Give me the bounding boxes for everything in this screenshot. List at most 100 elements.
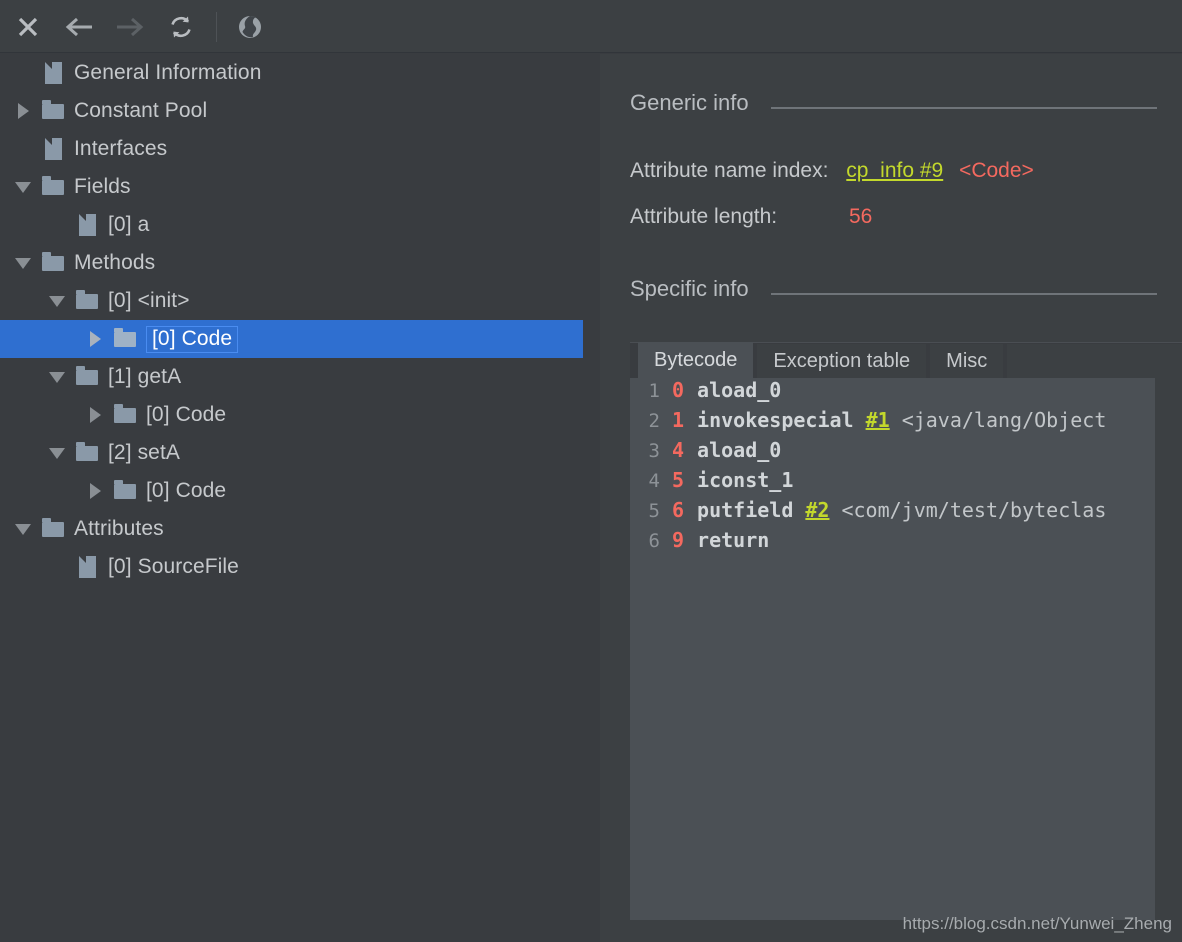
file-glyph: [78, 556, 96, 578]
bytecode-opcode: aload_0: [697, 438, 782, 462]
bytecode-offset: 9: [672, 528, 685, 552]
browse-button[interactable]: [232, 9, 268, 45]
tree-item[interactable]: Interfaces: [0, 130, 600, 168]
tree-toggle-arrow: [15, 181, 31, 193]
tree-item-label: [0] Code: [146, 403, 227, 426]
tree-toggle-arrow: [17, 103, 29, 119]
reload-button[interactable]: [163, 9, 199, 45]
tree-item[interactable]: Attributes: [0, 510, 600, 548]
tree-item[interactable]: [0] a: [0, 206, 600, 244]
bytecode-comment: <java/lang/Object: [901, 408, 1107, 432]
folder-glyph: [76, 289, 98, 309]
line-number: 1: [648, 380, 660, 402]
back-button[interactable]: [61, 9, 97, 45]
attribute-name-index-link[interactable]: cp_info #9: [846, 159, 943, 182]
forward-button[interactable]: [112, 9, 148, 45]
constant-pool-link[interactable]: #1: [866, 408, 890, 432]
line-number: 5: [648, 500, 660, 522]
chevron-down-icon[interactable]: [46, 282, 68, 320]
folder-glyph: [42, 251, 64, 271]
class-structure-tree[interactable]: General Information Constant Pool Interfac…: [0, 54, 600, 942]
folder-icon: [74, 282, 100, 320]
jclasslib-bytecode-viewer: General Information Constant Pool Interfac…: [0, 0, 1182, 942]
tree-toggle-arrow: [49, 447, 65, 459]
folder-icon: [74, 358, 100, 396]
tree-item[interactable]: [2] setA: [0, 434, 600, 472]
tree-item[interactable]: [0] <init>: [0, 282, 600, 320]
bytecode-line: 6 9 return: [630, 528, 1155, 558]
tree-item[interactable]: Constant Pool: [0, 92, 600, 130]
folder-icon: [40, 510, 66, 548]
tree-item-label: [2] setA: [108, 441, 181, 464]
close-icon: [18, 17, 38, 37]
chevron-right-icon[interactable]: [12, 92, 34, 130]
tree-toggle-arrow: [49, 295, 65, 307]
bytecode-offset: 1: [672, 408, 685, 432]
tree-item-label: General Information: [74, 61, 262, 84]
tree-toggle-arrow: [89, 407, 101, 423]
bytecode-offset: 4: [672, 438, 685, 462]
tab-misc[interactable]: Misc: [930, 344, 1004, 378]
tree-item[interactable]: [0] Code: [0, 472, 600, 510]
file-icon: [74, 548, 100, 586]
folder-glyph: [114, 327, 136, 347]
chevron-right-icon[interactable]: [84, 472, 106, 510]
attribute-name-index-value: <Code>: [959, 159, 1034, 182]
chevron-down-icon[interactable]: [12, 168, 34, 206]
tree-toggle-arrow: [89, 483, 101, 499]
bytecode-opcode: invokespecial: [697, 408, 854, 432]
folder-glyph: [42, 175, 64, 195]
chevron-right-icon[interactable]: [84, 320, 106, 358]
tree-toggle-arrow: [15, 257, 31, 269]
specific-info-tabs[interactable]: Bytecode Exception table Misc: [630, 342, 1182, 378]
watermark: https://blog.csdn.net/Yunwei_Zheng: [902, 914, 1172, 933]
folder-icon: [40, 168, 66, 206]
bytecode-line: 5 6 putfield #2 <com/jvm/test/byteclas: [630, 498, 1155, 528]
folder-glyph: [114, 403, 136, 423]
tree-item[interactable]: [0] SourceFile: [0, 548, 600, 586]
back-arrow-icon: [65, 17, 92, 37]
tree-item-label: [0] a: [108, 213, 150, 236]
bytecode-opcode: return: [697, 528, 770, 552]
file-icon: [40, 54, 66, 92]
folder-glyph: [114, 479, 136, 499]
bytecode-line: 3 4 aload_0: [630, 438, 1155, 468]
file-glyph: [78, 214, 96, 236]
chevron-right-icon[interactable]: [84, 396, 106, 434]
bytecode-line: 1 0 aload_0: [630, 378, 1155, 408]
file-icon: [74, 206, 100, 244]
chevron-down-icon[interactable]: [46, 434, 68, 472]
line-number: 4: [648, 470, 660, 492]
tree-item-label: [1] getA: [108, 365, 182, 388]
toolbar: [0, 0, 1182, 53]
generic-info-header: Generic info: [630, 90, 1157, 116]
tree-item[interactable]: [0] Code: [0, 396, 600, 434]
chevron-down-icon[interactable]: [46, 358, 68, 396]
tree-item-label: Attributes: [74, 517, 164, 540]
folder-glyph: [76, 441, 98, 461]
close-button[interactable]: [10, 9, 46, 45]
folder-icon: [74, 434, 100, 472]
tab-bytecode[interactable]: Bytecode: [638, 342, 754, 378]
chevron-down-icon[interactable]: [12, 510, 34, 548]
tree-toggle-arrow: [89, 331, 101, 347]
folder-icon: [112, 472, 138, 510]
globe-icon: [239, 16, 261, 38]
line-number: 2: [648, 410, 660, 432]
specific-info-header: Specific info: [630, 276, 1157, 302]
generic-info-rule: [770, 107, 1157, 109]
tree-item[interactable]: Fields: [0, 168, 600, 206]
constant-pool-link[interactable]: #2: [805, 498, 829, 522]
attribute-length-label: Attribute length:: [630, 205, 778, 228]
bytecode-listing[interactable]: 1 0 aload_0 2 1 invokespecial #1 <java/lang/Obj…: [630, 378, 1155, 920]
tree-item[interactable]: Methods: [0, 244, 600, 282]
chevron-down-icon[interactable]: [12, 244, 34, 282]
tree-item[interactable]: [1] getA: [0, 358, 600, 396]
line-number: 6: [648, 530, 660, 552]
line-number: 3: [648, 440, 660, 462]
tab-exception-table[interactable]: Exception table: [757, 344, 927, 378]
attribute-length-value: 56: [848, 205, 873, 228]
tree-item[interactable]: General Information: [0, 54, 600, 92]
tree-item[interactable]: [0] Code: [0, 320, 583, 358]
bytecode-opcode: aload_0: [697, 378, 782, 402]
